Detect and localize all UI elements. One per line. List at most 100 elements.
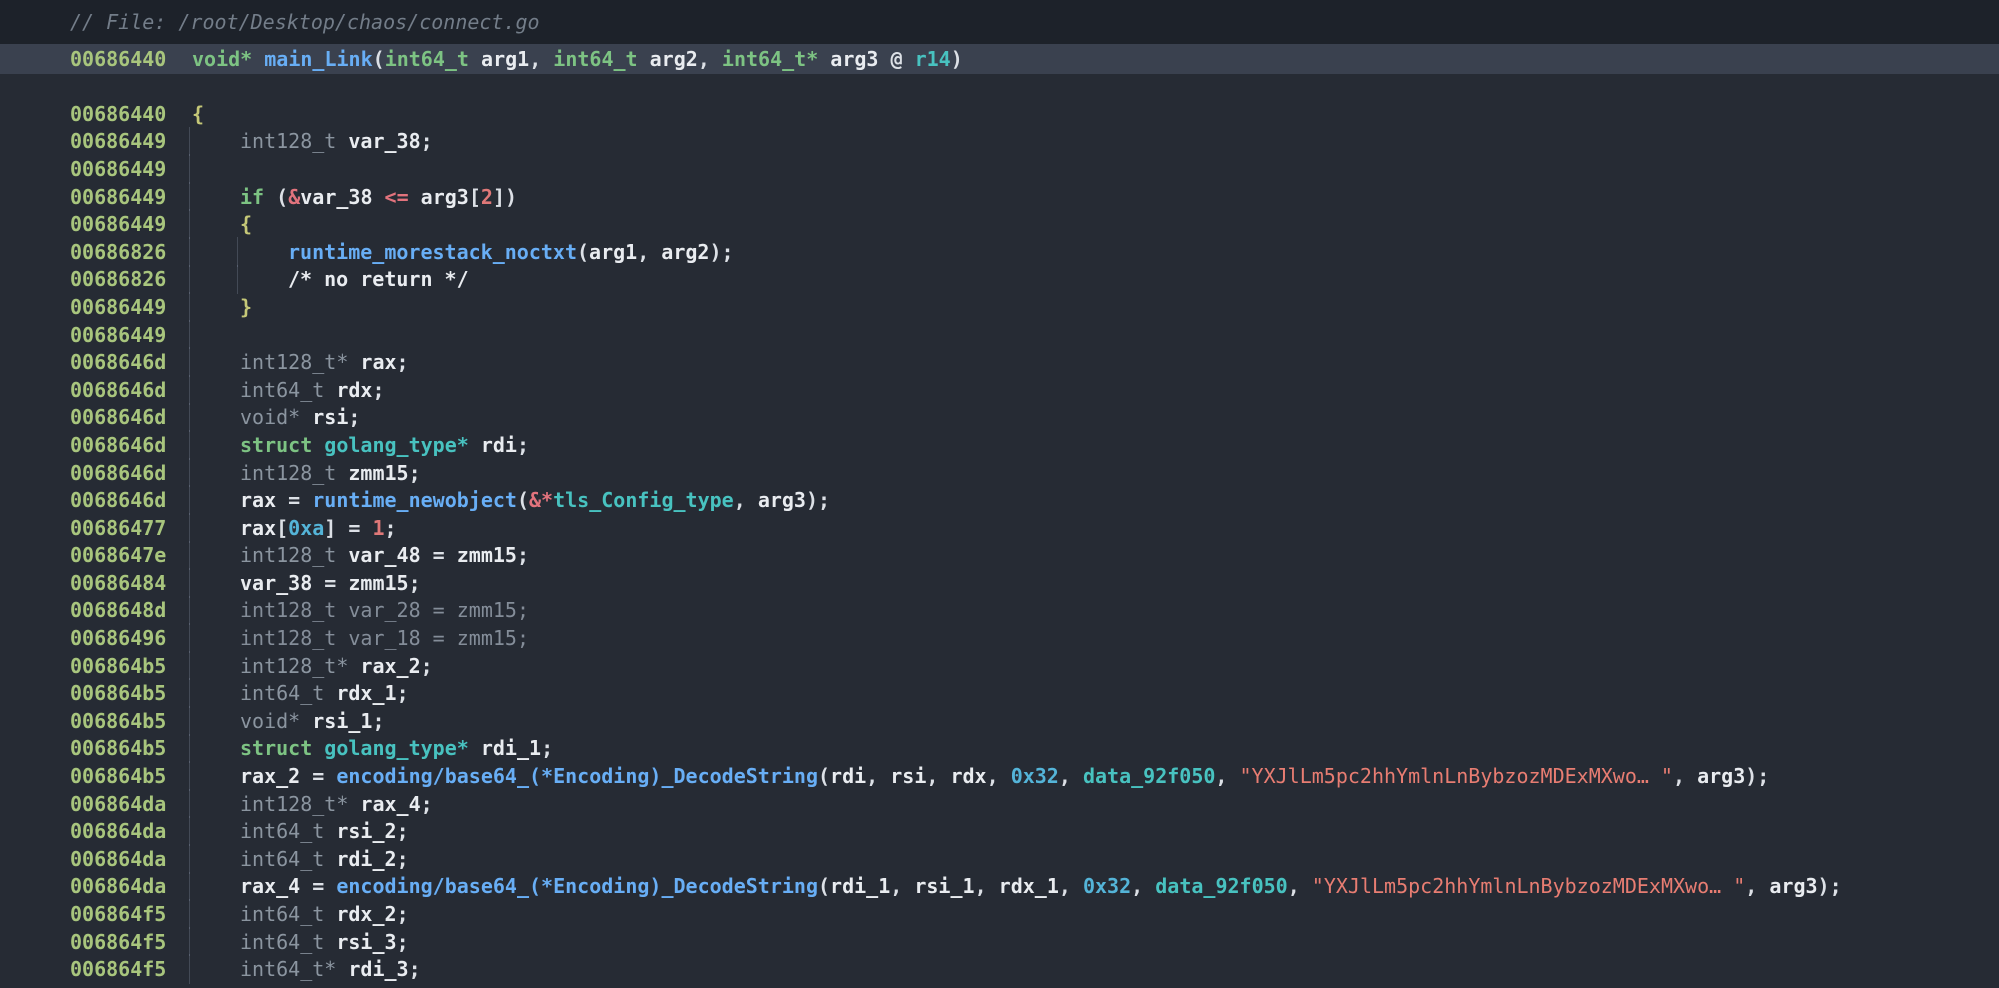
address[interactable]: 006864b5 — [0, 735, 192, 763]
token-var[interactable]: rax — [240, 488, 276, 512]
token-fn[interactable]: runtime_newobject — [312, 488, 517, 512]
token-var[interactable]: arg3 — [830, 47, 878, 71]
address[interactable]: 00686449 — [0, 155, 192, 183]
token-kw[interactable]: int64_t* — [722, 47, 818, 71]
token-kw[interactable]: int64_t — [385, 47, 469, 71]
token-punct[interactable]: , — [1131, 874, 1155, 898]
token-type[interactable]: int128_t — [240, 129, 336, 153]
token-punct[interactable]: @ — [878, 47, 914, 71]
token-var[interactable]: rax_4 — [240, 874, 300, 898]
token-var[interactable]: var_38 — [300, 185, 372, 209]
token-type[interactable]: int64_t — [240, 819, 324, 843]
token-var[interactable]: rdx_1 — [336, 681, 396, 705]
token-op[interactable]: <= — [385, 185, 409, 209]
token-punct[interactable]: ; — [397, 930, 409, 954]
address[interactable]: 006864da — [0, 790, 192, 818]
token-punct[interactable]: , — [987, 764, 1011, 788]
token-punct[interactable]: ( — [577, 240, 589, 264]
code-line[interactable]: 00686826 /* no return */ — [0, 266, 1999, 294]
token-type[interactable]: int64_t* — [240, 957, 336, 981]
token-punct[interactable]: = — [421, 543, 457, 567]
token-var[interactable]: zmm15 — [348, 571, 408, 595]
address[interactable]: 00686440 — [0, 44, 192, 74]
function-signature-line[interactable]: 00686440void* main_Link(int64_t arg1, in… — [0, 44, 1999, 74]
address[interactable]: 006864b5 — [0, 652, 192, 680]
token-teal[interactable]: golang_type* — [324, 736, 469, 760]
token-type[interactable]: int64_t — [240, 902, 324, 926]
address[interactable]: 00686449 — [0, 293, 192, 321]
address[interactable]: 00686826 — [0, 238, 192, 266]
token-var[interactable]: rax_2 — [360, 654, 420, 678]
token-var[interactable]: var_48 — [348, 543, 420, 567]
token-var[interactable]: rdi_2 — [336, 847, 396, 871]
token-punct[interactable]: , — [734, 488, 758, 512]
token-punct[interactable]: ; — [397, 350, 409, 374]
token-punct[interactable]: = — [300, 764, 336, 788]
token-var[interactable]: zmm15 — [348, 461, 408, 485]
code-line[interactable]: 006864daint64_t rsi_2; — [0, 817, 1999, 845]
token-punct[interactable]: ); — [1745, 764, 1769, 788]
token-punct[interactable]: ); — [709, 240, 733, 264]
token-plain[interactable]: /* no return */ — [288, 267, 469, 291]
token-punct[interactable]: ; — [397, 902, 409, 926]
code-line[interactable]: 006864f5int64_t rdx_2; — [0, 900, 1999, 928]
token-punct[interactable]: ; — [421, 654, 433, 678]
token-kw[interactable]: struct — [240, 433, 312, 457]
token-var[interactable]: rdx — [950, 764, 986, 788]
code-line[interactable]: 006864daint64_t rdi_2; — [0, 845, 1999, 873]
code-line[interactable]: 006864f5int64_t rsi_3; — [0, 928, 1999, 956]
code-line[interactable]: 00686449if (&var_38 <= arg3[2]) — [0, 183, 1999, 211]
token-var[interactable]: rax_4 — [360, 792, 420, 816]
token-punct[interactable]: = — [312, 571, 348, 595]
token-punct[interactable]: ; — [421, 129, 433, 153]
code-line[interactable]: 006864b5int128_t* rax_2; — [0, 652, 1999, 680]
token-punct[interactable]: ; — [397, 681, 409, 705]
token-punct[interactable]: = — [336, 516, 372, 540]
code-line[interactable]: 006864b5void* rsi_1; — [0, 707, 1999, 735]
token-var[interactable]: rdx — [336, 378, 372, 402]
address[interactable]: 006864da — [0, 873, 192, 901]
token-punct[interactable]: ]) — [493, 185, 517, 209]
token-punct[interactable]: ) — [951, 47, 963, 71]
token-dim[interactable]: int128_t var_18 = zmm15; — [240, 626, 529, 650]
code-line[interactable]: 00686477rax[0xa] = 1; — [0, 514, 1999, 542]
token-var[interactable]: arg3 — [1697, 764, 1745, 788]
token-kw[interactable]: void* — [192, 47, 252, 71]
code-line[interactable]: 006864b5struct golang_type* rdi_1; — [0, 735, 1999, 763]
token-punct[interactable]: , — [1215, 764, 1239, 788]
address[interactable]: 00686449 — [0, 128, 192, 156]
token-op[interactable]: &* — [529, 488, 553, 512]
token-type[interactable]: int64_t — [240, 681, 324, 705]
code-line[interactable]: 006864b5rax_2 = encoding/base64_(*Encodi… — [0, 762, 1999, 790]
token-punct[interactable]: ); — [1818, 874, 1842, 898]
token-num[interactable]: 2 — [481, 185, 493, 209]
token-op[interactable]: & — [288, 185, 300, 209]
token-punct[interactable]: ; — [372, 709, 384, 733]
token-var[interactable]: arg2 — [661, 240, 709, 264]
token-var[interactable]: rdi_1 — [481, 736, 541, 760]
token-punct[interactable]: , — [975, 874, 999, 898]
token-var[interactable]: rsi_3 — [336, 930, 396, 954]
address[interactable]: 00686440 — [0, 100, 192, 128]
token-teal[interactable]: data_92f050 — [1083, 764, 1215, 788]
token-var[interactable]: arg1 — [481, 47, 529, 71]
token-kw[interactable]: int64_t — [553, 47, 637, 71]
address[interactable]: 00686826 — [0, 266, 192, 294]
address[interactable]: 0068647e — [0, 542, 192, 570]
token-var[interactable]: rsi_1 — [914, 874, 974, 898]
token-punct[interactable]: ( — [264, 185, 288, 209]
token-punct[interactable]: , — [1059, 874, 1083, 898]
address[interactable]: 00686477 — [0, 514, 192, 542]
address[interactable]: 0068646d — [0, 376, 192, 404]
token-type[interactable]: void* — [240, 405, 300, 429]
token-punct[interactable]: ); — [806, 488, 830, 512]
token-brace[interactable]: { — [192, 102, 204, 126]
token-teal[interactable]: r14 — [915, 47, 951, 71]
address[interactable]: 0068646d — [0, 348, 192, 376]
code-line[interactable]: 006864b5int64_t rdx_1; — [0, 679, 1999, 707]
token-type[interactable]: int64_t — [240, 847, 324, 871]
code-line[interactable]: 00686440{ — [0, 100, 1999, 128]
token-teal[interactable]: golang_type* — [324, 433, 469, 457]
token-var[interactable]: zmm15 — [457, 543, 517, 567]
address[interactable]: 006864b5 — [0, 707, 192, 735]
